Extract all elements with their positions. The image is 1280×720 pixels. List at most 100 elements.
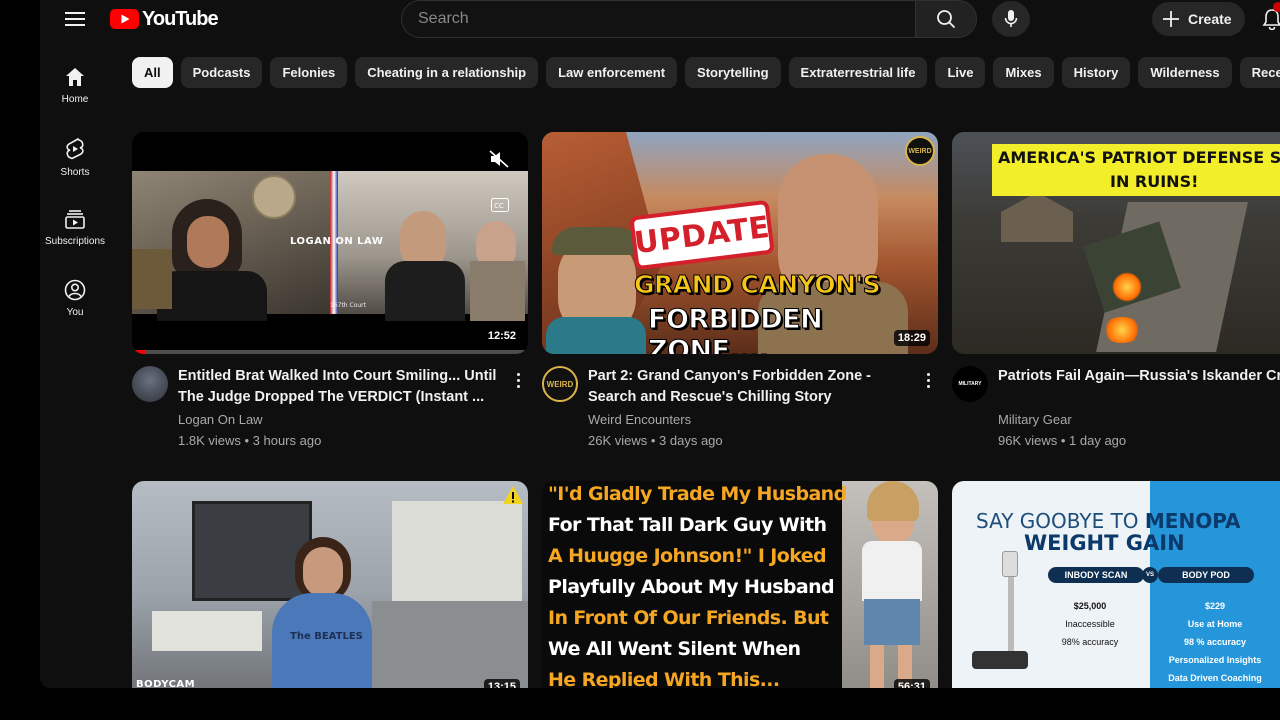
nav-item-you[interactable]: You — [40, 267, 110, 338]
user-icon — [64, 279, 86, 301]
ad-vs: VS — [1142, 567, 1158, 583]
chip-extraterrestrial[interactable]: Extraterrestrial life — [788, 57, 928, 88]
video-meta: WEIRD Part 2: Grand Canyon's Forbidden Z… — [542, 354, 938, 454]
video-card: UPDATE GRAND CANYON'S FORBIDDEN ZONE....… — [542, 132, 938, 454]
voice-search-button[interactable] — [992, 1, 1030, 37]
court-label: 167th Court — [330, 302, 366, 309]
captions-icon[interactable]: CC — [491, 198, 509, 212]
more-options-button[interactable] — [918, 368, 938, 392]
shorts-icon — [66, 138, 84, 160]
chip-felonies[interactable]: Felonies — [270, 57, 348, 88]
youtube-app: YouTube Create Home Shorts Subscript — [40, 0, 1280, 688]
search-button[interactable] — [915, 0, 977, 38]
chip-recent[interactable]: Rece — [1239, 57, 1280, 88]
microphone-icon — [1004, 10, 1018, 27]
video-thumbnail[interactable]: UPDATE GRAND CANYON'S FORBIDDEN ZONE....… — [542, 132, 938, 354]
more-options-button[interactable] — [508, 368, 528, 392]
warning-icon — [503, 486, 523, 504]
ad-headline-2: WEIGHT GAIN — [1024, 531, 1185, 555]
story-line: In Front Of Our Friends. But — [548, 607, 829, 629]
create-label: Create — [1188, 11, 1232, 27]
video-card: SAY GOOBYE TO MENOPA WEIGHT GAIN INBODY … — [952, 481, 1280, 688]
nav-label: Subscriptions — [44, 236, 106, 247]
nav-label: You — [66, 307, 84, 318]
video-card: AMERICA'S PATRIOT DEFENSE SYST IN RUINS!… — [952, 132, 1280, 454]
video-duration: 56:31 — [893, 679, 930, 688]
channel-avatar[interactable]: MILITARY — [952, 366, 988, 402]
nav-label: Home — [61, 94, 89, 105]
video-card: "I'd Gladly Trade My Husband For That Tal… — [542, 481, 938, 688]
plus-icon — [1163, 11, 1179, 27]
thumb-headline-1: GRAND CANYON'S — [633, 270, 881, 300]
body-scanner-image — [972, 551, 1032, 681]
video-meta: MILITARY Patriots Fail Again—Russia's Is… — [952, 354, 1280, 454]
nav-item-home[interactable]: Home — [40, 54, 110, 125]
story-line: "I'd Gladly Trade My Husband — [548, 483, 847, 505]
menu-button[interactable] — [60, 6, 90, 32]
chip-mixes[interactable]: Mixes — [993, 57, 1054, 88]
nav-label: Shorts — [60, 167, 90, 178]
home-icon — [66, 68, 84, 86]
create-button[interactable]: Create — [1152, 2, 1245, 36]
mute-icon[interactable] — [489, 150, 509, 168]
ad-left-pill: INBODY SCAN — [1048, 567, 1144, 583]
channel-name[interactable]: Logan On Law — [178, 412, 263, 427]
ad-left-points: $25,000 Inaccessible 98% accuracy — [1061, 601, 1119, 647]
subscriptions-icon — [65, 210, 85, 229]
watermark-text: LOGAN ON LAW — [290, 236, 384, 247]
thumb-headline-2: FORBIDDEN ZONE.... — [648, 304, 824, 355]
video-thumbnail[interactable]: AMERICA'S PATRIOT DEFENSE SYST IN RUINS! — [952, 132, 1280, 354]
channel-name[interactable]: Weird Encounters — [588, 412, 691, 427]
video-meta: Entitled Brat Walked Into Court Smiling.… — [132, 354, 528, 454]
update-badge: UPDATE — [629, 199, 775, 271]
chip-law-enforcement[interactable]: Law enforcement — [546, 57, 678, 88]
video-stats: 96K views • 1 day ago — [998, 433, 1127, 448]
chip-storytelling[interactable]: Storytelling — [685, 57, 781, 88]
logo-text: YouTube — [142, 7, 219, 30]
chip-cheating[interactable]: Cheating in a relationship — [355, 57, 539, 88]
video-card: The BEATLES BODYCAM 13:15 — [132, 481, 528, 688]
video-title[interactable]: Entitled Brat Walked Into Court Smiling.… — [178, 366, 508, 408]
ad-headline-1: SAY GOOBYE TO MENOPA — [976, 509, 1241, 533]
search-icon — [937, 10, 956, 29]
chip-history[interactable]: History — [1061, 57, 1131, 88]
svg-text:CC: CC — [494, 202, 504, 210]
video-title[interactable]: Part 2: Grand Canyon's Forbidden Zone - … — [588, 366, 918, 408]
ad-right-points: $229 Use at Home 98 % accuracy Personalized… — [1168, 601, 1262, 683]
chip-all[interactable]: All — [132, 57, 173, 88]
video-duration: 12:52 — [483, 328, 520, 344]
channel-avatar[interactable] — [132, 366, 168, 402]
top-bar: YouTube Create — [40, 0, 1280, 38]
chip-live[interactable]: Live — [935, 57, 986, 88]
search-input[interactable] — [402, 1, 916, 37]
story-line: We All Went Silent When — [548, 638, 801, 660]
notification-badge — [1273, 2, 1280, 12]
shirt-text: The BEATLES — [290, 631, 363, 642]
video-card: LOGAN ON LAW 167th Court CC 12:52 Entitl… — [132, 132, 528, 454]
bodycam-label: BODYCAM — [136, 679, 196, 688]
video-stats: 1.8K views • 3 hours ago — [178, 433, 322, 448]
filter-chips: All Podcasts Felonies Cheating in a relatio… — [132, 57, 1280, 89]
video-stats: 26K views • 3 days ago — [588, 433, 723, 448]
left-nav: Home Shorts Subscriptions You — [40, 54, 110, 338]
channel-name[interactable]: Military Gear — [998, 412, 1072, 427]
nav-item-subscriptions[interactable]: Subscriptions — [40, 196, 110, 267]
channel-watermark: WEIRD — [905, 136, 935, 166]
video-thumbnail[interactable]: The BEATLES BODYCAM 13:15 — [132, 481, 528, 688]
thumb-headline-1: AMERICA'S PATRIOT DEFENSE SYST — [998, 148, 1280, 167]
video-title[interactable]: Patriots Fail Again—Russia's Iskander Cr… — [998, 366, 1280, 408]
nav-item-shorts[interactable]: Shorts — [40, 125, 110, 196]
video-thumbnail[interactable]: SAY GOOBYE TO MENOPA WEIGHT GAIN INBODY … — [952, 481, 1280, 688]
youtube-play-icon — [110, 9, 139, 29]
story-line: A Huugge Johnson!" I Joked — [548, 545, 827, 567]
chip-wilderness[interactable]: Wilderness — [1138, 57, 1232, 88]
channel-avatar[interactable]: WEIRD — [542, 366, 578, 402]
search-box — [401, 0, 916, 38]
youtube-logo[interactable]: YouTube — [110, 7, 219, 30]
video-thumbnail[interactable]: LOGAN ON LAW 167th Court CC 12:52 — [132, 132, 528, 354]
chip-podcasts[interactable]: Podcasts — [180, 57, 263, 88]
story-line: He Replied With This... — [548, 669, 780, 688]
video-thumbnail[interactable]: "I'd Gladly Trade My Husband For That Tal… — [542, 481, 938, 688]
video-duration: 18:29 — [893, 330, 930, 346]
thumb-headline-2: IN RUINS! — [1110, 172, 1199, 191]
